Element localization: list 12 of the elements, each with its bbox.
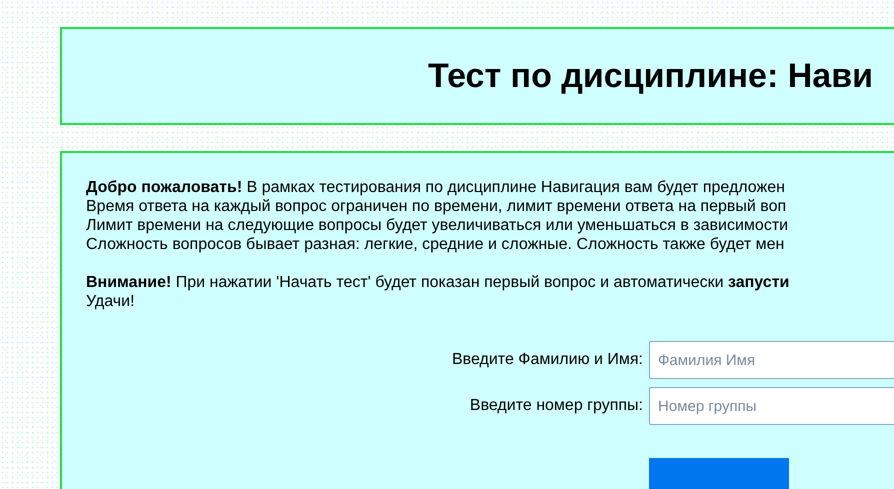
input-field[interactable]: Фамилия Имя xyxy=(649,341,894,379)
page-title: Тест по дисциплине: Нави xyxy=(428,56,874,96)
field-label: Введите номер группы: xyxy=(468,397,643,415)
notice-text: Внимание! При нажатии 'Начать тест' будет показан первый вопрос и автоматически запусти xyxy=(86,273,790,292)
notice-text: Удачи! xyxy=(86,292,136,311)
field-label: Введите Фамилию и Имя: xyxy=(450,351,643,369)
intro-text: Добро пожаловать! В рамках тестирования по дисциплине Навигация вам будет предложен xyxy=(86,178,786,197)
intro-text: Время ответа на каждый вопрос ограничен по времени, лимит времени ответа на первый воп xyxy=(86,197,788,216)
input-field[interactable]: Номер группы xyxy=(649,387,894,425)
start-button[interactable] xyxy=(649,458,789,489)
intro-text: Лимит времени на следующие вопросы будет увеличиваться или уменьшаться в зависимости xyxy=(86,216,790,235)
intro-text: Сложность вопросов бывает разная: легкие, средние и сложные. Сложность также будет мен xyxy=(86,235,786,254)
